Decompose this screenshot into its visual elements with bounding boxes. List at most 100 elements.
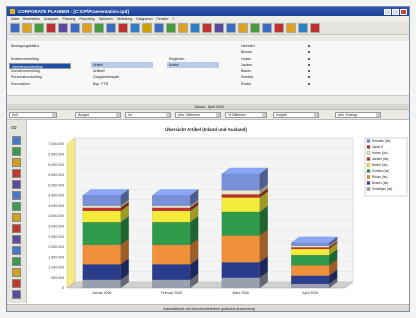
menu-fenster[interactable]: Fenster — [157, 17, 169, 21]
budget-select[interactable]: Budget — [75, 112, 121, 118]
abs-diff-select[interactable]: Abs. Differenz — [175, 112, 221, 118]
bar-segment — [221, 194, 260, 198]
report-icon[interactable] — [238, 23, 248, 33]
chevron-down-icon — [116, 113, 120, 117]
dim-item[interactable]: Bsp. FTR — [91, 81, 153, 87]
help-icon[interactable] — [12, 290, 21, 299]
dim-item[interactable] — [167, 81, 219, 87]
grid-icon[interactable] — [178, 23, 188, 33]
bar-segment — [221, 262, 260, 278]
legend-swatch — [366, 163, 371, 167]
menu-verteilung[interactable]: Verteilung — [117, 17, 133, 21]
print-icon[interactable] — [34, 23, 44, 33]
y-tick-label: 4.500.000 — [48, 194, 64, 198]
glasses-icon[interactable]: ∞ — [11, 124, 23, 132]
save-icon[interactable] — [22, 23, 32, 33]
legend-label: Röcke (Ist) — [372, 175, 387, 179]
sort-icon[interactable] — [154, 23, 164, 33]
status-bar: Automatische und benutzerdefinierte graf… — [7, 304, 409, 311]
maximize-button[interactable] — [392, 8, 399, 15]
folder-icon[interactable] — [214, 23, 224, 33]
menu-optionen[interactable]: Optionen — [99, 17, 113, 21]
pie-chart-icon[interactable] — [12, 169, 21, 178]
copy-icon[interactable] — [58, 23, 68, 33]
filter-icon[interactable] — [12, 202, 21, 211]
help-icon[interactable] — [250, 23, 260, 33]
time-select[interactable]: Zeit — [9, 112, 57, 118]
menu-analysen[interactable]: Analysen — [44, 17, 58, 21]
close-button[interactable] — [400, 8, 407, 15]
chevron-down-icon — [52, 113, 56, 117]
pie-icon[interactable] — [106, 23, 116, 33]
paste-icon[interactable] — [70, 23, 80, 33]
info-icon[interactable] — [190, 23, 200, 33]
menu-bearbeiten[interactable]: Bearbeiten — [23, 17, 40, 21]
cut-icon[interactable] — [46, 23, 56, 33]
menu-diagramm[interactable]: Diagramm — [136, 17, 152, 21]
y-tick-label: 3.000.000 — [48, 224, 64, 228]
bar-segment — [221, 197, 260, 213]
y-tick-label: 2.500.000 — [48, 235, 64, 239]
bar-segment — [152, 210, 191, 223]
bar-segment — [152, 205, 191, 208]
dim-item[interactable]: Röcke — [239, 81, 311, 87]
actual-select[interactable]: Ist — [125, 112, 171, 118]
dim-item-label: Röcke — [241, 81, 252, 86]
title-bar: CORPORATE PLANNER - [C:\CP\Praesentation… — [7, 7, 409, 16]
menu-reporting[interactable]: Reporting — [79, 17, 94, 21]
mail-icon[interactable] — [262, 23, 272, 33]
legend-swatch — [366, 169, 371, 173]
menu-help[interactable]: ? — [172, 17, 174, 21]
globe-icon[interactable] — [130, 23, 140, 33]
color-icon[interactable] — [202, 23, 212, 33]
table-icon[interactable] — [12, 191, 21, 200]
open-icon[interactable] — [10, 23, 20, 33]
bullet-icon — [308, 45, 310, 47]
select-value: abs. Eintrag — [338, 113, 357, 117]
sort-icon[interactable] — [12, 213, 21, 222]
bar-icon[interactable] — [118, 23, 128, 33]
print2-icon[interactable] — [274, 23, 284, 33]
doc-icon[interactable] — [286, 23, 296, 33]
export-icon[interactable] — [226, 23, 236, 33]
menu-datei[interactable]: Datei — [11, 17, 19, 21]
close-icon[interactable] — [310, 23, 320, 33]
grid-icon[interactable] — [12, 235, 21, 244]
chevron-down-icon — [216, 113, 220, 117]
export-icon[interactable] — [12, 257, 21, 266]
legend-label: Jacken (Ist) — [372, 157, 388, 161]
chart-side-wall — [66, 137, 76, 289]
line-chart-icon[interactable] — [12, 147, 21, 156]
zoom-icon[interactable] — [298, 23, 308, 33]
minimize-button[interactable] — [384, 8, 391, 15]
dim-item-label: Blazer — [241, 69, 252, 74]
bar-segment — [291, 283, 330, 289]
trend-icon[interactable] — [12, 246, 21, 255]
table-icon[interactable] — [82, 23, 92, 33]
bar-segment — [291, 245, 330, 248]
chevron-down-icon — [314, 113, 318, 117]
filter-icon[interactable] — [142, 23, 152, 33]
color-icon[interactable] — [12, 279, 21, 288]
bar-segment — [82, 279, 121, 289]
calc-icon[interactable] — [166, 23, 176, 33]
abs-entry-select[interactable]: abs. Eintrag — [335, 112, 381, 118]
prior-year-select[interactable]: Vorjahr — [273, 112, 319, 118]
bar-chart-icon[interactable] — [12, 136, 21, 145]
dimension-column-3: Regionen Artikel — [167, 43, 219, 87]
bullet-icon — [308, 63, 310, 66]
dim-item[interactable]: Kostencontrolling — [9, 56, 71, 62]
pct-diff-select[interactable]: % Differenz — [225, 112, 267, 118]
stack-chart-icon[interactable] — [12, 180, 21, 189]
print-icon[interactable] — [12, 268, 21, 277]
chevron-down-icon — [376, 113, 380, 117]
zoom-icon[interactable] — [12, 224, 21, 233]
legend-swatch — [366, 175, 371, 179]
chart-title: Übersicht Artikel (Inland und Ausland) — [165, 126, 247, 132]
select-value: Ist — [128, 113, 132, 117]
area-chart-icon[interactable] — [12, 158, 21, 167]
bar-segment — [152, 207, 191, 212]
menu-planung[interactable]: Planung — [63, 17, 76, 21]
chart-icon[interactable] — [94, 23, 104, 33]
dim-item[interactable]: Kennzahlen — [9, 81, 71, 87]
